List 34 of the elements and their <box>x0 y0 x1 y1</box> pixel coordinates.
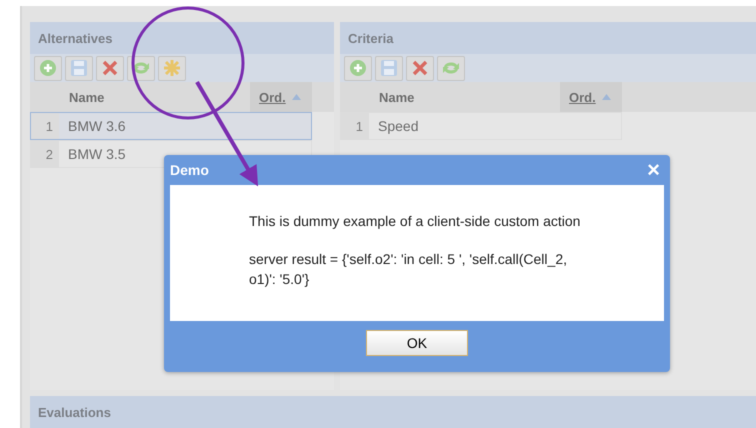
ok-button[interactable]: OK <box>366 330 468 356</box>
delete-icon <box>102 60 118 76</box>
row-number: 2 <box>31 141 59 167</box>
add-button[interactable] <box>344 56 372 80</box>
column-header[interactable]: Ord. <box>250 82 312 112</box>
dialog-result: server result = {'self.o2': 'in cell: 5 ', 'self.call(Cell_2, o1)': '5.0'} <box>249 250 568 289</box>
asterisk-icon <box>163 59 181 77</box>
table-cell-text: BMW 3.5 <box>67 145 127 164</box>
close-button[interactable]: × <box>643 159 664 181</box>
add-icon <box>39 59 57 77</box>
delete-button[interactable] <box>406 56 434 80</box>
table-cell-text: Speed <box>377 117 420 136</box>
column-header[interactable]: Name <box>370 82 560 112</box>
delete-icon <box>412 60 428 76</box>
row-number: 1 <box>341 113 369 139</box>
delete-button[interactable] <box>96 56 124 80</box>
save-button[interactable] <box>375 56 403 80</box>
add-button[interactable] <box>34 56 62 80</box>
save-icon <box>70 59 88 77</box>
table-row[interactable]: 1 BMW 3.6 <box>30 112 312 140</box>
save-icon <box>380 59 398 77</box>
dialog-message: This is dummy example of a client-side custom action <box>249 212 582 231</box>
table-cell-text: BMW 3.6 <box>67 117 127 136</box>
column-header[interactable]: Name <box>60 82 250 112</box>
column-header[interactable]: Ord. <box>560 82 622 112</box>
row-number: 1 <box>31 113 59 139</box>
panel-title: Evaluations <box>38 404 111 420</box>
panel-title: Criteria <box>348 30 394 46</box>
add-icon <box>349 59 367 77</box>
panel-title: Alternatives <box>38 30 112 46</box>
sort-ascending-icon <box>292 94 301 100</box>
sort-ascending-icon <box>602 94 611 100</box>
save-button[interactable] <box>65 56 93 80</box>
table-row[interactable]: 1 Speed <box>340 112 622 140</box>
